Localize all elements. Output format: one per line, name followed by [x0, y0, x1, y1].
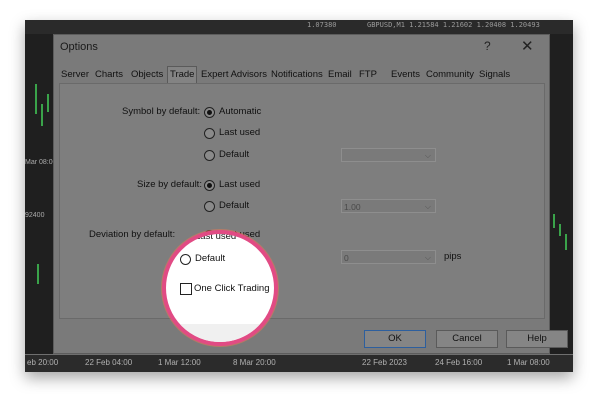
- chart-header-strip: 1.07380 GBPUSD,M1 1.21584 1.21602 1.2040…: [25, 20, 573, 34]
- chart-price-label: 92400: [25, 212, 45, 219]
- chart-pane-right: [547, 34, 573, 354]
- symbol-automatic-label[interactable]: Automatic: [219, 106, 261, 117]
- axis-date: 24 Feb 16:00: [435, 358, 483, 367]
- chart-price-left: 1.07380: [307, 21, 337, 29]
- help-icon[interactable]: ?: [484, 39, 491, 53]
- deviation-default-label: Deviation by default:: [89, 229, 176, 240]
- deviation-default-option-label[interactable]: Default: [195, 253, 225, 264]
- axis-date: 1 Mar 08:00: [507, 358, 550, 367]
- chevron-down-icon: ⌵: [424, 151, 431, 160]
- tab-events[interactable]: Events: [389, 67, 422, 82]
- one-click-trading-checkbox[interactable]: [180, 283, 192, 295]
- size-last-used-label[interactable]: Last used: [219, 179, 260, 190]
- axis-date: eb 20:00: [27, 358, 59, 367]
- dialog-title: Options: [60, 41, 98, 53]
- axis-date: 22 Feb 04:00: [85, 358, 133, 367]
- tab-notifications[interactable]: Notifications: [269, 67, 325, 82]
- magnifier-highlight: Last used Default One Click Trading: [162, 230, 278, 346]
- tab-email[interactable]: Email: [326, 67, 354, 82]
- tab-signals[interactable]: Signals: [477, 67, 512, 82]
- tab-charts[interactable]: Charts: [93, 67, 125, 82]
- size-select-value: 1.00: [344, 202, 361, 212]
- size-default-radio[interactable]: [204, 201, 215, 212]
- pips-unit-label: pips: [444, 251, 462, 262]
- magnifier-content: Last used Default One Click Trading: [166, 234, 274, 342]
- symbol-last-used-radio[interactable]: [204, 128, 215, 139]
- symbol-default-select[interactable]: ⌵: [341, 148, 436, 162]
- screenshot-frame: 1.07380 GBPUSD,M1 1.21584 1.21602 1.2040…: [25, 20, 573, 372]
- axis-date: 1 Mar 12:00: [158, 358, 201, 367]
- symbol-last-used-label[interactable]: Last used: [219, 127, 260, 138]
- chart-pane-left: Mar 08:00 92400: [25, 34, 57, 354]
- size-last-used-radio[interactable]: [204, 180, 215, 191]
- chevron-down-icon: ⌵: [424, 253, 431, 262]
- size-default-select[interactable]: 1.00 ⌵: [341, 199, 436, 213]
- axis-date: 8 Mar 20:00: [233, 358, 276, 367]
- tab-expert-advisors[interactable]: Expert Advisors: [199, 67, 269, 82]
- symbol-automatic-radio[interactable]: [204, 107, 215, 118]
- trade-settings-panel: Symbol by default: Automatic Last used D…: [59, 83, 545, 319]
- close-icon[interactable]: ✕: [521, 37, 534, 55]
- chart-time-axis: eb 20:00 22 Feb 04:00 1 Mar 12:00 8 Mar …: [25, 355, 573, 372]
- deviation-default-select[interactable]: 0 ⌵: [341, 250, 436, 264]
- chart-price-right: GBPUSD,M1 1.21584 1.21602 1.20408 1.2049…: [367, 21, 540, 29]
- tab-server[interactable]: Server: [59, 67, 91, 82]
- symbol-default-option-label[interactable]: Default: [219, 149, 249, 160]
- axis-date: 22 Feb 2023: [362, 358, 407, 367]
- tab-objects[interactable]: Objects: [129, 67, 165, 82]
- cancel-button[interactable]: Cancel: [436, 330, 498, 348]
- deviation-select-value: 0: [344, 253, 349, 263]
- help-button[interactable]: Help: [506, 330, 568, 348]
- options-dialog: Options ? ✕ Server Charts Objects Trade …: [53, 34, 568, 354]
- ok-button[interactable]: OK: [364, 330, 426, 348]
- tab-trade[interactable]: Trade: [167, 66, 198, 83]
- chart-time-label: Mar 08:00: [25, 159, 57, 166]
- deviation-last-used-label[interactable]: Last used: [195, 234, 236, 242]
- chevron-down-icon: ⌵: [424, 202, 431, 211]
- deviation-default-radio[interactable]: [180, 254, 191, 265]
- symbol-default-radio[interactable]: [204, 150, 215, 161]
- tab-ftp[interactable]: FTP: [357, 67, 379, 82]
- deviation-last-used-radio[interactable]: [180, 234, 191, 243]
- size-default-label: Size by default:: [137, 179, 202, 190]
- size-default-option-label[interactable]: Default: [219, 200, 249, 211]
- one-click-trading-label[interactable]: One Click Trading: [194, 283, 270, 294]
- tab-community[interactable]: Community: [424, 67, 476, 82]
- symbol-default-label: Symbol by default:: [122, 106, 201, 117]
